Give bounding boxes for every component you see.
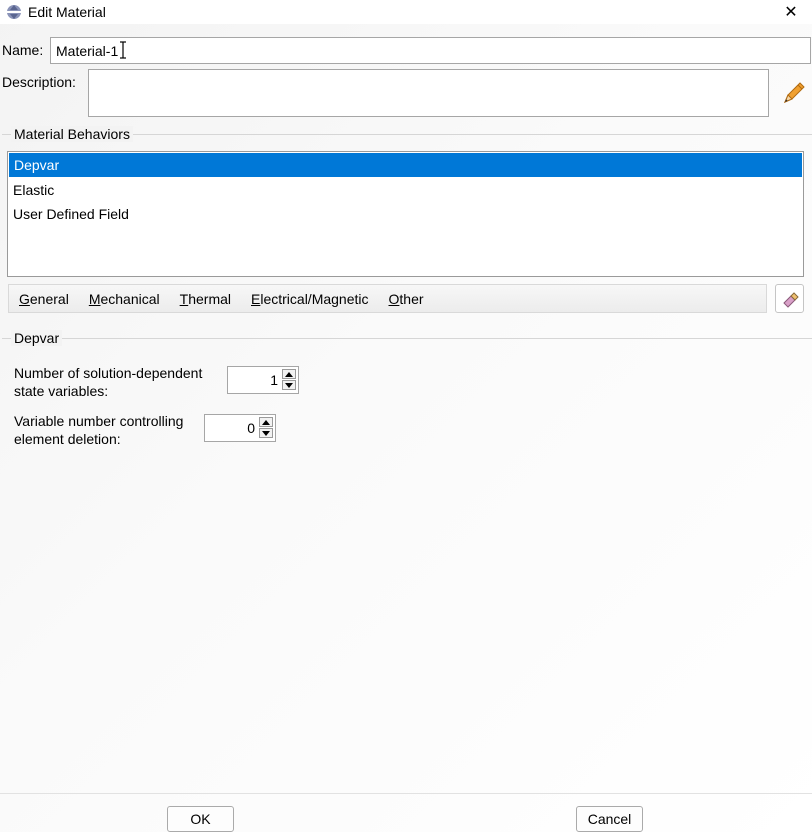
behaviors-group-title: Material Behaviors: [11, 126, 133, 142]
description-input[interactable]: [88, 69, 769, 117]
behavior-menu-bar: General Mechanical Thermal Electrical/Ma…: [8, 284, 767, 313]
ok-button[interactable]: OK: [167, 806, 234, 832]
element-deletion-increment[interactable]: [259, 417, 273, 427]
name-label: Name:: [2, 42, 44, 58]
close-button[interactable]: ✕: [776, 0, 806, 24]
arrow-up-icon: [262, 419, 270, 425]
element-deletion-label: Variable number controlling element dele…: [14, 413, 184, 447]
cancel-button[interactable]: Cancel: [576, 806, 643, 832]
menu-other[interactable]: Other: [389, 291, 424, 307]
edit-material-dialog: Edit Material ✕ Name: Description: Mater…: [0, 0, 812, 832]
element-deletion-value: 0: [247, 420, 255, 436]
delete-behavior-button[interactable]: [775, 284, 804, 313]
behaviors-list[interactable]: Depvar Elastic User Defined Field: [7, 151, 804, 277]
behavior-item-elastic[interactable]: Elastic: [8, 178, 803, 202]
behavior-item-depvar[interactable]: Depvar: [9, 153, 802, 177]
depvar-group-title: Depvar: [11, 330, 63, 346]
depvar-group-line: [2, 338, 812, 339]
eraser-icon: [782, 291, 799, 308]
menu-mechanical[interactable]: Mechanical: [89, 291, 160, 307]
state-variables-label: Number of solution-dependent state varia…: [14, 365, 203, 399]
state-variables-spinner[interactable]: 1: [227, 366, 299, 394]
menu-general[interactable]: General: [19, 291, 69, 307]
edit-description-button[interactable]: [779, 80, 807, 108]
abaqus-app-icon: [7, 5, 21, 19]
menu-thermal[interactable]: Thermal: [180, 291, 231, 307]
arrow-up-icon: [285, 371, 293, 377]
description-label: Description:: [2, 74, 76, 90]
title-bar: Edit Material ✕: [0, 0, 812, 24]
name-input[interactable]: [50, 37, 811, 64]
close-icon: ✕: [784, 4, 798, 21]
window-title: Edit Material: [28, 4, 106, 20]
behavior-item-user-defined-field[interactable]: User Defined Field: [8, 202, 803, 226]
menu-electrical-magnetic[interactable]: Electrical/Magnetic: [251, 291, 369, 307]
bottom-separator: [0, 793, 812, 794]
state-variables-increment[interactable]: [282, 369, 296, 379]
arrow-down-icon: [262, 430, 270, 436]
state-variables-decrement[interactable]: [282, 380, 296, 390]
state-variables-value: 1: [270, 372, 278, 388]
element-deletion-decrement[interactable]: [259, 428, 273, 438]
arrow-down-icon: [285, 382, 293, 388]
pencil-icon: [784, 82, 805, 103]
text-cursor-icon: [120, 41, 126, 59]
element-deletion-spinner[interactable]: 0: [204, 414, 276, 442]
